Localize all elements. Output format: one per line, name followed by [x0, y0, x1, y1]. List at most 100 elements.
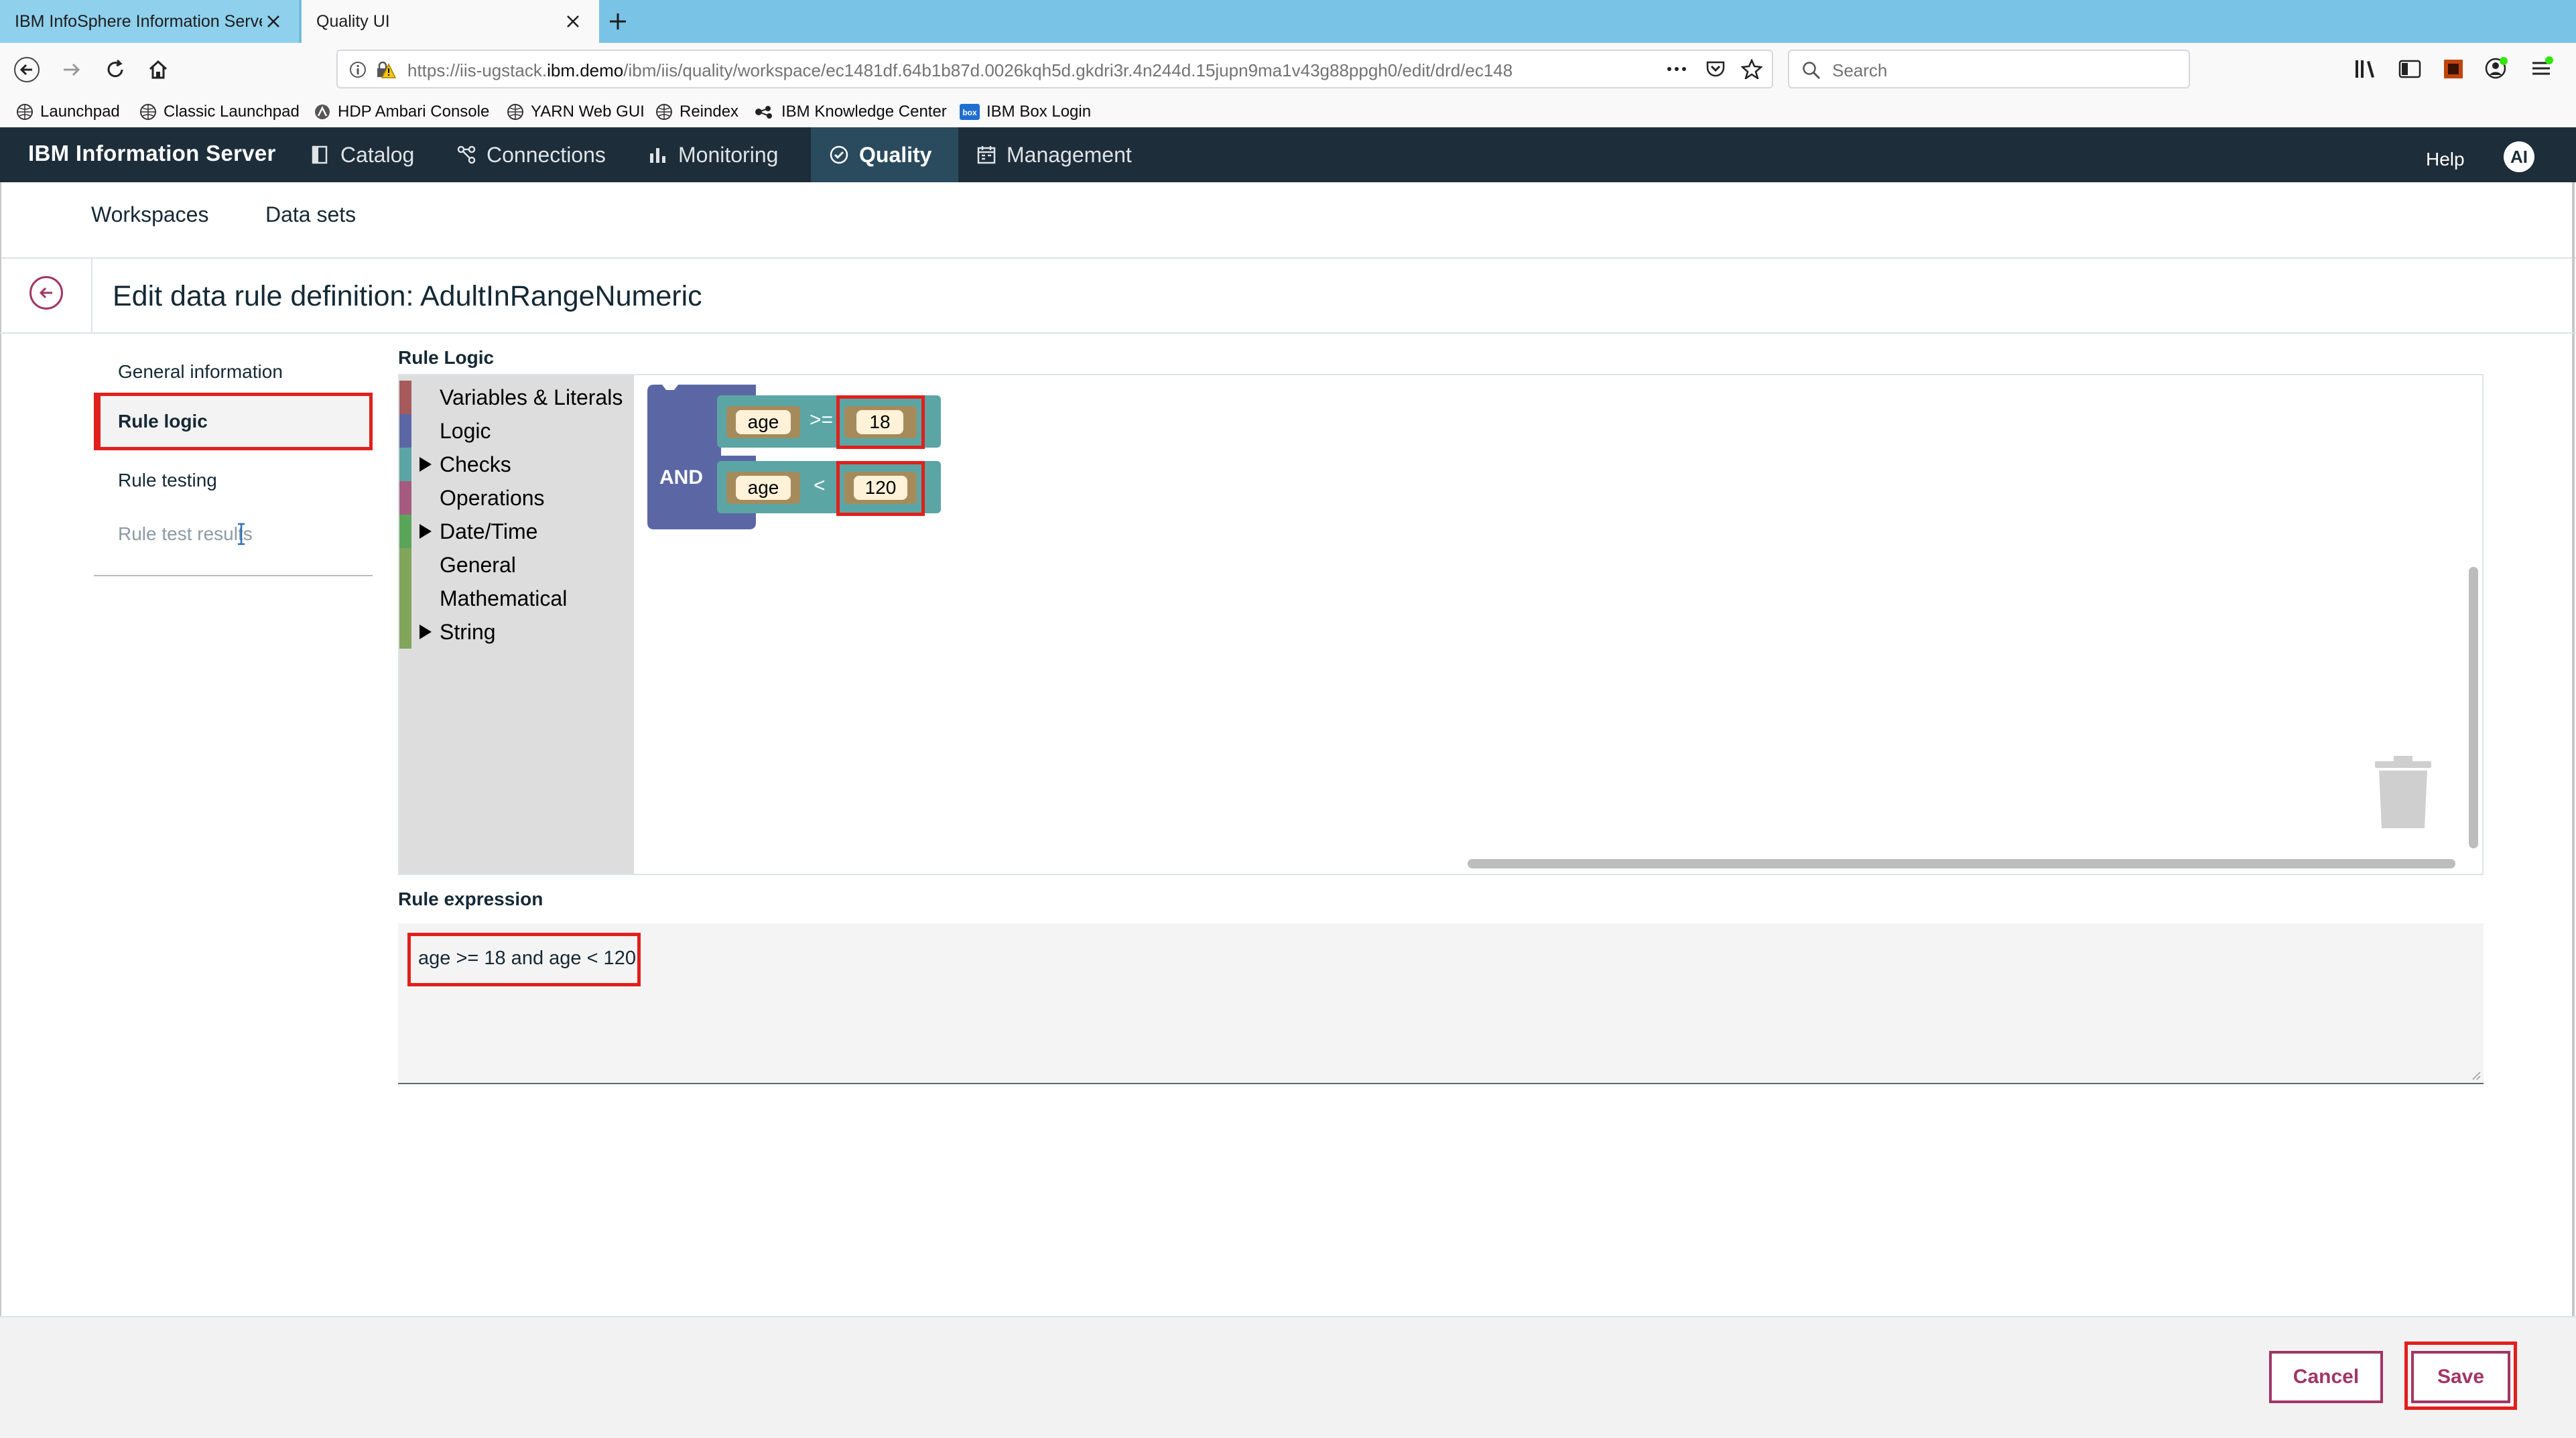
- back-button[interactable]: [9, 52, 44, 87]
- pocket-icon[interactable]: [1705, 59, 1726, 82]
- category-color: [399, 448, 411, 481]
- expand-triangle-icon[interactable]: [418, 456, 440, 472]
- management-icon: [977, 146, 996, 164]
- leftnav-label: Rule logic: [118, 411, 208, 432]
- nav-label: Catalog: [340, 142, 415, 167]
- browser-tab-bar: IBM InfoSphere Information Server Qualit…: [0, 0, 2576, 44]
- toolbox-category-operations[interactable]: Operations: [399, 481, 545, 515]
- insecure-lock-icon[interactable]: [375, 60, 397, 82]
- leftnav-rule-logic[interactable]: Rule logic: [94, 393, 373, 450]
- category-color: [399, 582, 411, 615]
- literal-field[interactable]: 18: [856, 410, 903, 434]
- browser-tab-active[interactable]: Quality UI: [302, 0, 599, 43]
- nav-label: Management: [1007, 142, 1132, 167]
- expand-triangle-icon[interactable]: [418, 523, 440, 539]
- nav-quality[interactable]: Quality: [811, 127, 958, 182]
- subnav-datasets[interactable]: Data sets: [265, 202, 356, 227]
- info-icon[interactable]: [348, 60, 367, 82]
- variable-field[interactable]: age: [736, 476, 791, 500]
- arrow-left-icon: [39, 287, 52, 299]
- toolbox-category-general[interactable]: General: [399, 548, 516, 582]
- reload-icon[interactable]: [98, 52, 133, 87]
- bookmark-item[interactable]: Launchpad: [16, 101, 120, 123]
- resize-handle-icon[interactable]: [2470, 1069, 2481, 1084]
- globe-icon: [656, 104, 672, 120]
- close-icon[interactable]: [562, 10, 584, 33]
- ambari-icon: [315, 105, 330, 119]
- nav-management[interactable]: Management: [958, 127, 1149, 182]
- library-icon[interactable]: [2354, 58, 2378, 84]
- rule-expression-textarea[interactable]: [398, 923, 2484, 1084]
- page-actions-icon[interactable]: [1665, 59, 1689, 82]
- knowledge-center-icon: [755, 106, 772, 119]
- nav-catalog[interactable]: Catalog: [292, 127, 432, 182]
- bookmark-item[interactable]: Classic Launchpad: [139, 101, 300, 123]
- operator-label[interactable]: >=: [810, 409, 833, 432]
- url-prefix: https://iis-ugstack.: [407, 60, 548, 80]
- browser-search-bar[interactable]: Search: [1788, 50, 2190, 88]
- menu-icon[interactable]: [2529, 56, 2553, 84]
- box-icon: box: [960, 104, 980, 120]
- trash-icon[interactable]: [2375, 756, 2431, 833]
- nav-monitoring[interactable]: Monitoring: [630, 127, 795, 182]
- globe-icon: [17, 104, 33, 120]
- browser-tab[interactable]: IBM InfoSphere Information Server: [0, 0, 300, 43]
- category-label: Checks: [440, 452, 511, 476]
- expand-triangle-icon[interactable]: [418, 624, 440, 640]
- nav-connections[interactable]: Connections: [438, 127, 623, 182]
- operator-label[interactable]: <: [814, 474, 826, 497]
- url-bar[interactable]: https://iis-ugstack.ibm.demo/ibm/iis/qua…: [336, 50, 1773, 88]
- browser-tab-title: Quality UI: [316, 11, 390, 31]
- bookmark-item[interactable]: YARN Web GUI: [507, 101, 645, 123]
- comparison-block[interactable]: age < 120: [717, 461, 941, 516]
- url-host: ibm.demo: [547, 60, 624, 80]
- toolbox-category-logic[interactable]: Logic: [399, 414, 491, 448]
- toolbox-category-checks[interactable]: Checks: [399, 448, 511, 481]
- category-label: Variables & Literals: [440, 385, 623, 409]
- bookmark-label: Reindex: [680, 103, 739, 121]
- toolbox-category-mathematical[interactable]: Mathematical: [399, 582, 567, 615]
- vertical-scrollbar[interactable]: [2469, 567, 2478, 848]
- blockly-workspace[interactable]: Variables & Literals Logic Checks Operat…: [398, 374, 2484, 875]
- new-tab-button[interactable]: [603, 7, 633, 36]
- category-label: Operations: [440, 485, 545, 510]
- app-brand[interactable]: IBM Information Server: [28, 141, 276, 166]
- horizontal-scrollbar[interactable]: [1468, 859, 2455, 868]
- avatar[interactable]: AI: [2504, 141, 2534, 172]
- subnav-workspaces[interactable]: Workspaces: [91, 202, 208, 227]
- bookmark-label: Launchpad: [40, 103, 120, 121]
- sidebar-icon[interactable]: [2398, 58, 2422, 84]
- frame-border: [2572, 182, 2575, 1437]
- cancel-button[interactable]: Cancel: [2269, 1351, 2383, 1403]
- literal-block[interactable]: 120: [844, 472, 917, 504]
- home-icon[interactable]: [141, 52, 176, 87]
- account-icon[interactable]: [2484, 56, 2508, 84]
- back-arrow-button[interactable]: [29, 276, 63, 310]
- leftnav-rule-testing[interactable]: Rule testing: [94, 452, 373, 509]
- bookmark-item[interactable]: IBM Knowledge Center: [753, 101, 947, 123]
- globe-icon: [140, 104, 156, 120]
- literal-block[interactable]: 18: [844, 406, 917, 438]
- forward-button[interactable]: [54, 52, 88, 87]
- variable-field[interactable]: age: [736, 410, 791, 434]
- help-link[interactable]: Help: [2426, 149, 2465, 170]
- bookmark-item[interactable]: box IBM Box Login: [960, 101, 1091, 123]
- bookmark-label: HDP Ambari Console: [338, 103, 490, 121]
- bookmark-star-icon[interactable]: [1740, 58, 1763, 82]
- comparison-block[interactable]: age >= 18: [717, 395, 941, 449]
- leftnav-rule-test-results[interactable]: Rule test results: [94, 505, 373, 563]
- category-label: Date/Time: [440, 519, 538, 543]
- literal-field[interactable]: 120: [854, 476, 907, 500]
- toolbox-category-datetime[interactable]: Date/Time: [399, 515, 537, 548]
- category-color: [399, 615, 411, 649]
- bookmark-item[interactable]: Reindex: [655, 101, 738, 123]
- toolbox-category-string[interactable]: String: [399, 615, 496, 649]
- bookmark-item[interactable]: HDP Ambari Console: [314, 101, 489, 123]
- page-title: Edit data rule definition: AdultInRangeN…: [113, 280, 702, 312]
- variable-block[interactable]: age: [726, 406, 800, 438]
- leftnav-label: Rule testing: [118, 470, 217, 491]
- variable-block[interactable]: age: [726, 472, 800, 504]
- extension-icon[interactable]: [2442, 58, 2465, 84]
- close-icon[interactable]: [262, 10, 285, 33]
- toolbox-category-variables-literals[interactable]: Variables & Literals: [399, 381, 623, 414]
